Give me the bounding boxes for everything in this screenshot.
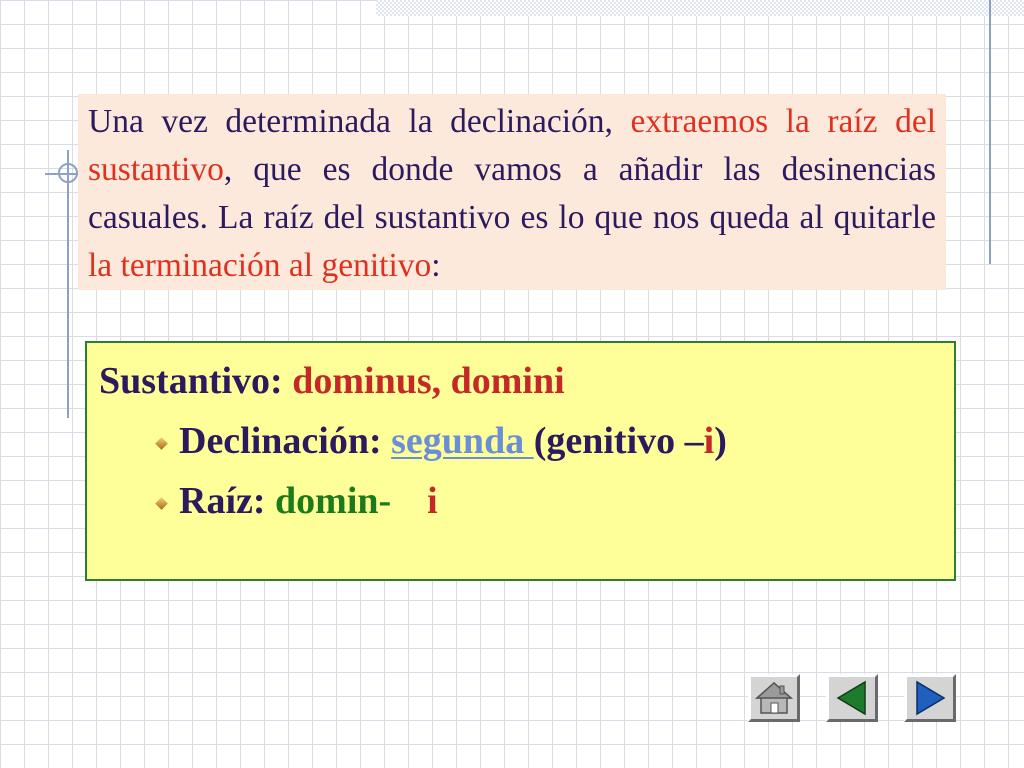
left-vertical-rule [67, 150, 69, 418]
declension-link[interactable]: segunda [391, 420, 534, 462]
top-decorative-band [376, 0, 1024, 16]
previous-arrow-icon [836, 680, 866, 716]
home-button[interactable] [748, 674, 800, 722]
intro-text-3: : [431, 247, 441, 284]
home-icon [755, 681, 793, 714]
genitive-open: (genitivo – [533, 420, 704, 462]
declension-line: Declinación: segunda (genitivo –i) [99, 417, 942, 465]
bullet-icon [155, 437, 168, 450]
genitive-ending: i [703, 420, 715, 462]
intro-text-box: Una vez determinada la declinación, extr… [78, 94, 946, 290]
left-circle-ornament [58, 163, 78, 183]
root-label: Raíz: [179, 480, 266, 522]
noun-value: dominus, domini [292, 360, 565, 402]
root-line: Raíz: domin-i [99, 477, 942, 525]
root-ending: i [427, 480, 438, 522]
next-arrow-icon [916, 680, 946, 716]
previous-button[interactable] [826, 674, 878, 722]
intro-text-1: Una vez determinada la declinación, [88, 103, 613, 140]
noun-line: Sustantivo: dominus, domini [99, 357, 942, 405]
example-box: Sustantivo: dominus, domini Declinación:… [85, 341, 956, 581]
right-vertical-rule [989, 0, 991, 264]
intro-highlight-genitive: la terminación al genitivo [88, 247, 432, 284]
next-button[interactable] [904, 674, 956, 722]
genitive-close: ) [714, 420, 727, 462]
root-value: domin- [275, 480, 392, 522]
noun-label: Sustantivo: [99, 360, 283, 402]
declension-label: Declinación: [179, 420, 382, 462]
bullet-icon [155, 497, 168, 510]
